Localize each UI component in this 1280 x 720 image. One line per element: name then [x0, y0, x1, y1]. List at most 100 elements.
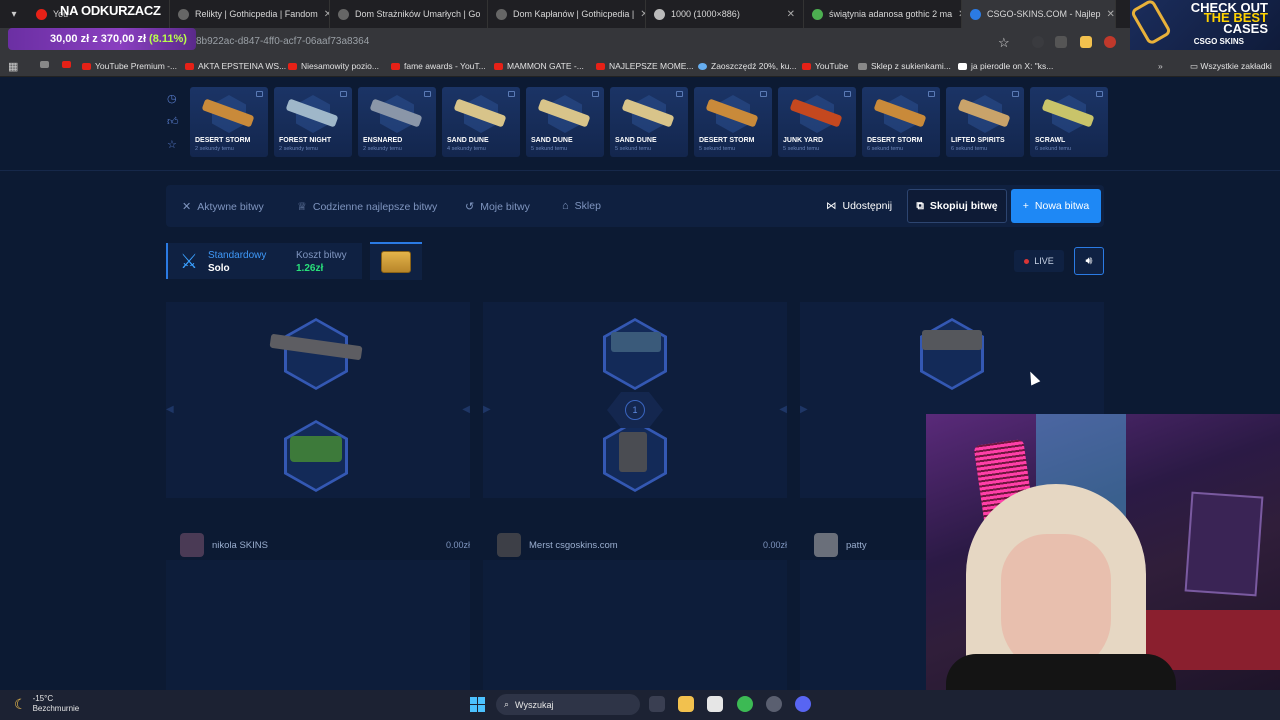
- bookmark-label: Zaoszczędź 20%, ku...: [711, 61, 797, 71]
- tab-strip: ▾ You Relikty | Gothicpedia | Fandom ✕ D…: [0, 0, 1280, 28]
- history-icon: ↺: [465, 201, 475, 213]
- nav-my-battles[interactable]: ↺ Moje bitwy: [465, 200, 530, 214]
- bookmark-item[interactable]: MAMMON GATE -...: [494, 61, 584, 71]
- stream-overlay-title: NA ODKURZACZ: [60, 3, 161, 18]
- streamer-face: [1001, 534, 1111, 674]
- drop-card[interactable]: FOREST NIGHT 2 sekundy temu: [274, 87, 352, 157]
- obs-icon[interactable]: [766, 696, 782, 712]
- bookmark-label: NAJLEPSZE MOME...: [609, 61, 694, 71]
- clock-icon[interactable]: ◷: [167, 92, 179, 105]
- drop-card[interactable]: LIFTED SPIRITS 6 sekund temu: [946, 87, 1024, 157]
- bookmark-label: MAMMON GATE -...: [507, 61, 584, 71]
- bookmark-item[interactable]: ja pierodle on X: "ks...: [958, 61, 1053, 71]
- nav-label: Codzienne najlepsze bitwy: [312, 200, 438, 213]
- battle-case[interactable]: [370, 242, 422, 280]
- star-icon[interactable]: ☆: [167, 138, 179, 151]
- drop-card[interactable]: DESERT STORM 6 sekund temu: [862, 87, 940, 157]
- box-icon: [928, 91, 935, 97]
- drop-card[interactable]: SCRAWL 6 sekund temu: [1030, 87, 1108, 157]
- box-icon: [592, 91, 599, 97]
- avatar[interactable]: [497, 533, 521, 557]
- drop-card[interactable]: SAND DUNE 5 sekund temu: [526, 87, 604, 157]
- task-view-icon[interactable]: [649, 696, 665, 712]
- pistol-icon: [611, 332, 661, 352]
- sound-toggle-button[interactable]: 🔊︎: [1074, 247, 1104, 275]
- avatar[interactable]: [814, 533, 838, 557]
- tab-search-button[interactable]: ▾: [0, 0, 28, 28]
- more-bookmarks-chevron-icon[interactable]: »: [1158, 61, 1163, 71]
- drop-card[interactable]: DESERT STORM 5 sekund temu: [694, 87, 772, 157]
- extension-icon[interactable]: [1104, 36, 1116, 48]
- copy-battle-button[interactable]: ⧉ Skopiuj bitwę: [907, 189, 1007, 223]
- tab-relikty[interactable]: Relikty | Gothicpedia | Fandom ✕: [170, 0, 330, 28]
- drop-card[interactable]: SAND DUNE 5 sekund temu: [610, 87, 688, 157]
- close-icon[interactable]: ✕: [787, 9, 795, 20]
- drop-card[interactable]: JUNK YARD 5 sekund temu: [778, 87, 856, 157]
- fandom-icon: [496, 8, 507, 20]
- bookmark-item[interactable]: [40, 61, 49, 68]
- copy-icon: ⧉: [916, 199, 924, 212]
- drop-card[interactable]: DESERT STORM 2 sekundy temu: [190, 87, 268, 157]
- drop-card[interactable]: SAND DUNE 4 sekundy temu: [442, 87, 520, 157]
- store-icon[interactable]: [707, 696, 723, 712]
- drop-card[interactable]: ENSNARED 2 sekundy temu: [358, 87, 436, 157]
- avatar[interactable]: [180, 533, 204, 557]
- new-battle-button[interactable]: + Nowa bitwa: [1011, 189, 1101, 223]
- thumbs-up-icon[interactable]: 👍︎: [167, 115, 179, 128]
- temperature: -15°C: [32, 694, 54, 703]
- youtube-icon: [62, 61, 71, 68]
- box-icon: [508, 91, 515, 97]
- player-reel: ◀ ◀: [166, 302, 470, 498]
- windows-start-icon[interactable]: [470, 697, 485, 712]
- youtube-icon: [802, 62, 811, 70]
- drop-time: 5 sekund temu: [531, 146, 568, 152]
- bookmark-item[interactable]: YouTube Premium -...: [82, 61, 177, 71]
- url-field[interactable]: 8b922ac-d847-4ff0-acf7-06aaf73a8364: [196, 36, 369, 47]
- bookmark-item[interactable]: YouTube: [802, 61, 848, 71]
- apps-grid-icon[interactable]: ▦: [8, 60, 18, 73]
- bookmark-label: Niesamowity pozio...: [301, 61, 379, 71]
- extension-icon[interactable]: [1080, 36, 1092, 48]
- bookmark-star-icon[interactable]: ☆: [998, 35, 1010, 51]
- all-bookmarks[interactable]: ▭ Wszystkie zakładki: [1190, 61, 1272, 72]
- tab-dom-kaplanow[interactable]: Dom Kapłanów | Gothicpedia | ✕: [488, 0, 646, 28]
- player-value: 0.00zł: [762, 540, 787, 550]
- bookmark-item[interactable]: [62, 61, 71, 68]
- tab-csgo-skins[interactable]: CSGO-SKINS.COM - Najlep ✕: [962, 0, 1116, 28]
- tab-label: 1000 (1000×886): [671, 9, 740, 19]
- knife-icon: [1130, 0, 1173, 46]
- cases-ad-banner[interactable]: CHECK OUT THE BEST CASES CSGO SKINS: [1130, 0, 1280, 50]
- drop-name: JUNK YARD: [783, 137, 824, 144]
- bookmark-label: ja pierodle on X: "ks...: [971, 61, 1054, 71]
- pistol-icon: [922, 330, 982, 350]
- tab-dom-straznikow[interactable]: Dom Strażników Umarłych | Go ✕: [330, 0, 488, 28]
- bookmark-item[interactable]: NAJLEPSZE MOME...: [596, 61, 694, 71]
- close-icon[interactable]: ✕: [1107, 9, 1115, 20]
- live-label: LIVE: [1034, 256, 1054, 266]
- extension-icon[interactable]: [1055, 36, 1067, 48]
- youtube-icon: [391, 62, 400, 70]
- tab-image[interactable]: 1000 (1000×886) ✕: [646, 0, 804, 28]
- nav-shop[interactable]: ⌂ Sklep: [562, 200, 601, 212]
- bookmark-item[interactable]: Zaoszczędź 20%, ku...: [698, 61, 797, 71]
- taskbar-search[interactable]: ⌕ Wyszukaj: [496, 694, 640, 715]
- chrome-icon[interactable]: [737, 696, 753, 712]
- bookmark-item[interactable]: Sklep z sukienkami...: [858, 61, 951, 71]
- discord-icon[interactable]: [795, 696, 811, 712]
- youtube-icon: [82, 62, 91, 70]
- drop-time: 2 sekundy temu: [363, 146, 402, 152]
- bookmark-item[interactable]: AKTA EPSTEINA WS...: [185, 61, 286, 71]
- extension-icon[interactable]: [1032, 36, 1044, 48]
- weather-widget[interactable]: ☾ -15°C Bezchmurnie: [14, 694, 79, 714]
- case-icon: [381, 251, 411, 273]
- nav-daily-best[interactable]: ♕ Codzienne najlepsze bitwy: [297, 200, 438, 214]
- fandom-icon: [178, 8, 189, 20]
- drop-name: SCRAWL: [1035, 137, 1066, 144]
- file-explorer-icon[interactable]: [678, 696, 694, 712]
- bookmark-item[interactable]: fame awards - YouT...: [391, 61, 486, 71]
- bookmark-item[interactable]: Niesamowity pozio...: [288, 61, 379, 71]
- live-dot-icon: [1024, 258, 1030, 264]
- nav-active-battles[interactable]: ✕ Aktywne bitwy: [182, 200, 264, 214]
- tab-swiatynia[interactable]: świątynia adanosa gothic 2 ma ✕: [804, 0, 962, 28]
- share-button[interactable]: ⋈ Udostępnij: [826, 200, 892, 212]
